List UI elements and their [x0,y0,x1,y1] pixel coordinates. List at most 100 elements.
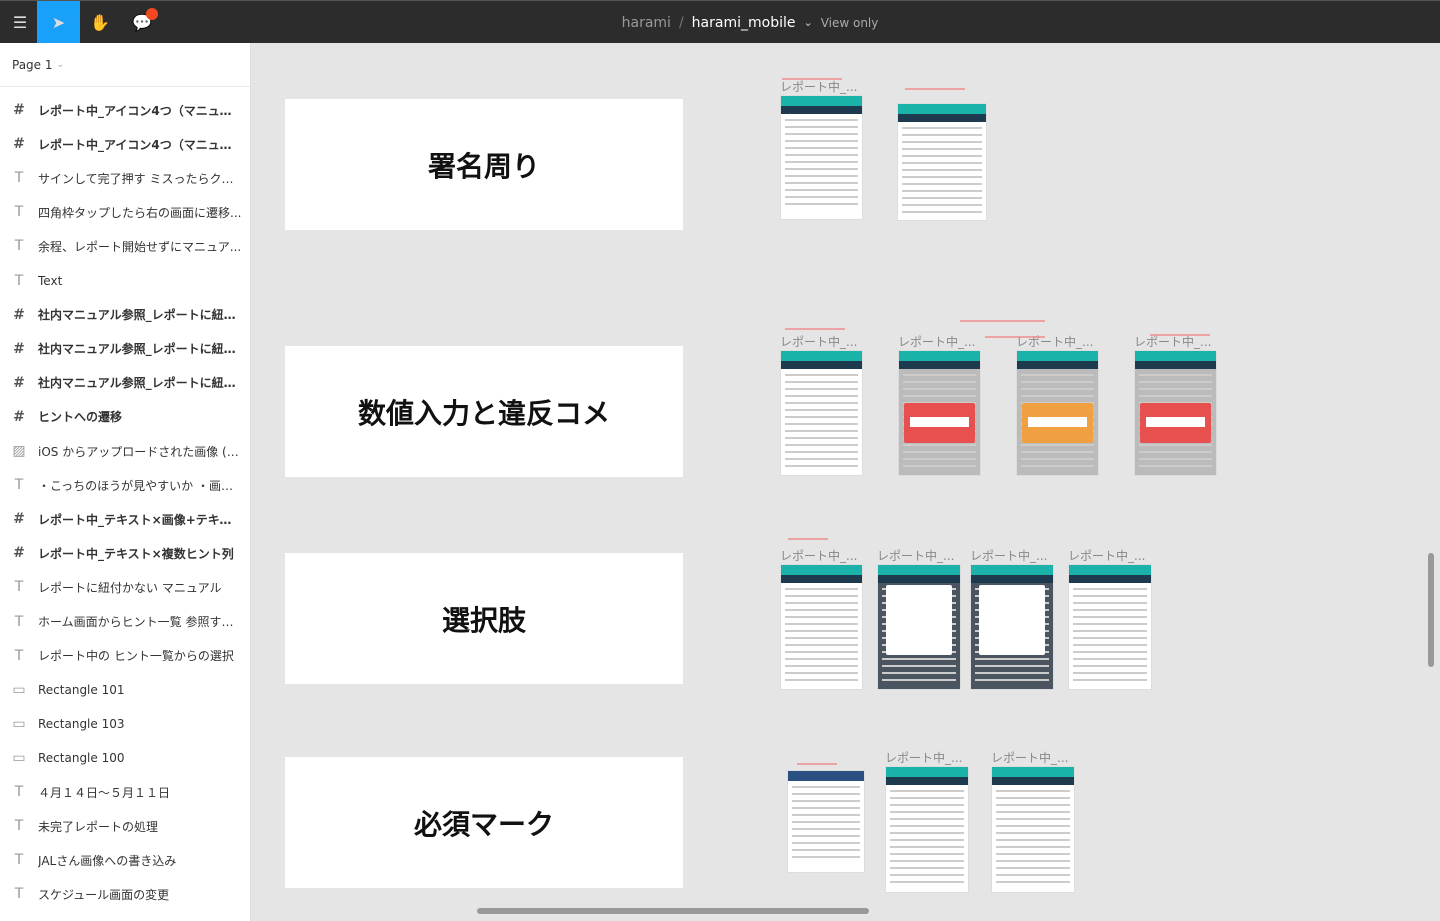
section-title-card[interactable]: 署名周り [285,99,683,230]
breadcrumb-separator: / [678,14,684,31]
frame-icon: # [13,374,25,391]
layer-item[interactable]: T ホーム画面からヒント一覧 参照する... [0,605,250,639]
layer-item[interactable]: # レポート中_テキスト×複数ヒント列 [0,536,250,570]
layer-item[interactable]: # レポート中_アイコン4つ（マニュア... [0,127,250,161]
move-tool-icon[interactable]: ➤ [37,1,80,44]
frame-label[interactable]: レポート中_... [991,749,1068,766]
text-icon: T [14,170,24,187]
page-name: Page 1 [12,57,53,72]
layer-item[interactable]: T スケジュール画面の変更 [0,877,250,911]
frame-label[interactable]: レポート中_... [970,547,1047,564]
annotation-note [797,763,837,765]
layer-label: レポート中の ヒント一覧からの選択 [38,649,234,664]
frame-thumbnail[interactable] [1016,350,1099,476]
frame-label[interactable]: レポート中_... [780,547,857,564]
frame-label[interactable]: レポート中_... [780,78,857,95]
frame-thumbnail[interactable] [1068,564,1152,690]
text-icon: T [14,613,24,630]
layer-item[interactable]: ▨ iOS からアップロードされた画像 (1... [0,434,250,468]
section-title-card[interactable]: 選択肢 [285,553,683,684]
text-icon: T [14,477,24,494]
layer-item[interactable]: # 社内マニュアル参照_レポートに紐付... [0,298,250,332]
dialog [979,585,1045,655]
layer-item[interactable]: T 未完了レポートの処理 [0,809,250,843]
breadcrumb: harami / harami_mobile ⌄ View only [520,1,980,44]
frame-label[interactable]: レポート中_... [898,333,975,350]
layer-label: 社内マニュアル参照_レポートに紐付... [38,308,243,323]
alert-overlay [1022,403,1093,443]
rectangle-icon: ▭ [12,749,26,766]
frame-thumbnail[interactable] [970,564,1054,690]
frame-thumbnail[interactable] [787,770,865,873]
annotation-note [782,78,842,80]
frame-thumbnail[interactable] [898,350,981,476]
annotation-note [1150,334,1210,336]
frame-icon: # [13,511,25,528]
layer-label: JALさん画像への書き込み [38,853,177,868]
layer-item[interactable]: T 四角枠タップしたら右の画面に遷移... [0,195,250,229]
frame-thumbnail[interactable] [877,564,961,690]
file-name[interactable]: harami_mobile [692,15,796,31]
vertical-scrollbar[interactable] [1428,553,1434,667]
text-icon: T [14,238,24,255]
frame-label[interactable]: レポート中_... [780,333,857,350]
frame-thumbnail[interactable] [780,564,863,690]
rectangle-icon: ▭ [12,715,26,732]
layer-item[interactable]: T ・こっちのほうが見やすいか ・画像... [0,468,250,502]
page-selector[interactable]: Page 1 ⌄ [0,43,250,87]
layer-item[interactable]: T 余程、レポート開始せずにマニュア... [0,229,250,263]
layer-item[interactable]: T レポートに紐付かない マニュアル [0,570,250,604]
comment-tool-icon[interactable]: 💬 [122,1,162,44]
image-icon: ▨ [12,443,26,459]
frame-label[interactable]: レポート中_... [1068,547,1145,564]
layer-item[interactable]: # ヒントへの遷移 [0,400,250,434]
project-name[interactable]: harami [622,15,671,31]
layer-item[interactable]: ▭ Rectangle 101 [0,673,250,707]
frame-icon: # [13,408,25,425]
section-title-card[interactable]: 必須マーク [285,757,683,888]
layer-item[interactable]: T ４月１４日〜５月１１日 [0,775,250,809]
text-icon: T [14,886,24,903]
layer-label: スケジュール画面の変更 [38,887,170,902]
annotation-note [960,320,1045,322]
frame-icon: # [13,340,25,357]
layer-item[interactable]: T レポート中の ヒント一覧からの選択 [0,639,250,673]
toolbar: ☰ ➤ ✋ 💬 harami / harami_mobile ⌄ View on… [0,0,1440,44]
annotation-note [905,88,965,90]
horizontal-scrollbar[interactable] [477,908,869,914]
layer-label: Rectangle 100 [38,750,125,765]
frame-thumbnail[interactable] [885,766,969,893]
layer-item[interactable]: T JALさん画像への書き込み [0,843,250,877]
frame-icon: # [13,545,25,562]
frame-thumbnail[interactable] [780,95,863,220]
layer-item[interactable]: # レポート中_アイコン4つ（マニュア... [0,93,250,127]
layer-label: レポートに紐付かない マニュアル [38,580,222,595]
frame-label[interactable]: レポート中_... [885,749,962,766]
layer-item[interactable]: ▭ Rectangle 103 [0,707,250,741]
menu-icon[interactable]: ☰ [0,1,40,44]
frame-thumbnail[interactable] [991,766,1075,893]
view-only-badge: View only [820,15,879,30]
section-title-card[interactable]: 数値入力と違反コメ [285,346,683,477]
frame-thumbnail[interactable] [1134,350,1217,476]
layer-item[interactable]: T サインして完了押す ミスったらクリ... [0,161,250,195]
chevron-down-icon: ⌄ [56,59,65,70]
rectangle-icon: ▭ [12,681,26,698]
layer-label: 社内マニュアル参照_レポートに紐付... [38,342,243,357]
layer-label: ・こっちのほうが見やすいか ・画像... [38,478,243,493]
layer-item[interactable]: # レポート中_テキスト×画像+テキス... [0,502,250,536]
frame-thumbnail[interactable] [897,103,987,221]
layer-item[interactable]: T Text [0,264,250,298]
hand-tool-icon[interactable]: ✋ [80,1,120,44]
layer-label: ４月１４日〜５月１１日 [38,785,171,800]
frame-thumbnail[interactable] [780,350,863,476]
text-icon: T [14,784,24,800]
frame-icon: # [13,102,25,118]
layer-item[interactable]: # 社内マニュアル参照_レポートに紐付... [0,366,250,400]
annotation-note [985,336,1045,338]
layer-item[interactable]: ▭ Rectangle 100 [0,741,250,775]
layer-item[interactable]: # 社内マニュアル参照_レポートに紐付... [0,332,250,366]
chevron-down-icon[interactable]: ⌄ [803,16,812,29]
frame-label[interactable]: レポート中_... [877,547,954,564]
layer-label: 四角枠タップしたら右の画面に遷移... [38,205,242,220]
